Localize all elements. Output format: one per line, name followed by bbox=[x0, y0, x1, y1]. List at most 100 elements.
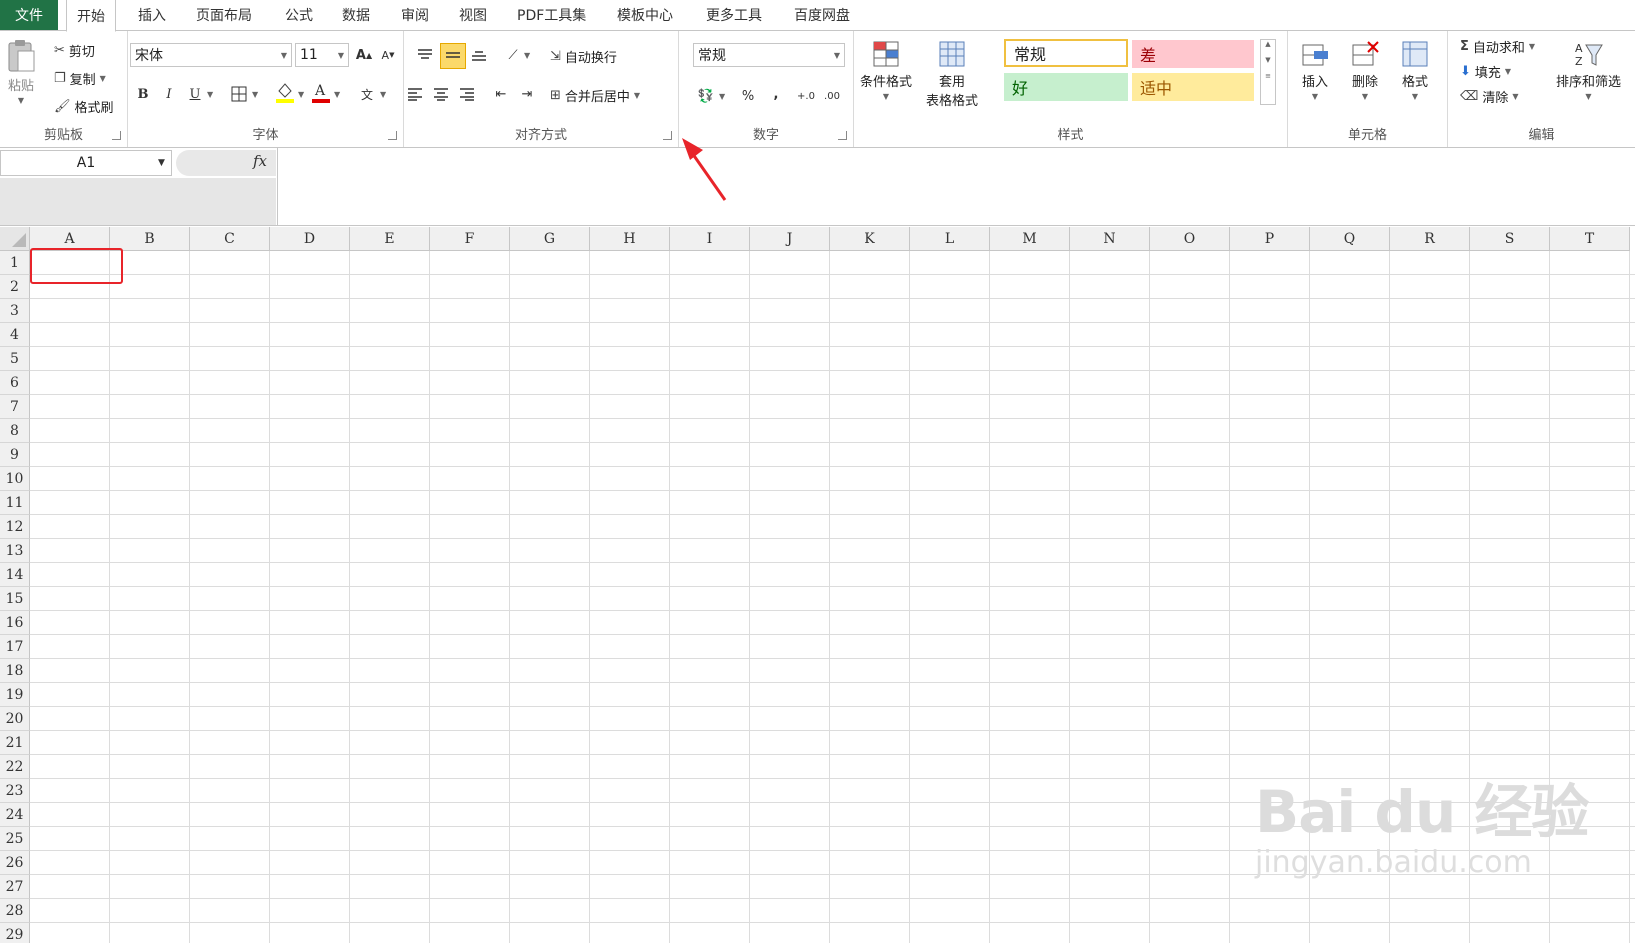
align-center-icon[interactable] bbox=[430, 83, 452, 105]
format-as-table-button[interactable]: 套用 表格格式 bbox=[926, 39, 978, 109]
underline-button[interactable]: U bbox=[184, 83, 206, 105]
align-top-icon[interactable] bbox=[414, 44, 436, 66]
chevron-down-icon[interactable]: ▼ bbox=[719, 92, 725, 101]
styles-scrollbar[interactable]: ▲ ▼ ≡ bbox=[1260, 39, 1276, 105]
bold-button[interactable]: B bbox=[132, 83, 154, 105]
row-header-21[interactable]: 21 bbox=[0, 731, 30, 755]
column-header-j[interactable]: J bbox=[750, 227, 830, 251]
select-all-button[interactable] bbox=[0, 227, 30, 251]
paste-button[interactable]: 粘贴 ▼ bbox=[6, 39, 36, 105]
column-header-i[interactable]: I bbox=[670, 227, 750, 251]
decrease-font-icon[interactable]: A ▼ bbox=[377, 44, 399, 66]
row-header-17[interactable]: 17 bbox=[0, 635, 30, 659]
dialog-launcher-icon[interactable] bbox=[663, 131, 672, 140]
row-header-15[interactable]: 15 bbox=[0, 587, 30, 611]
decrease-indent-icon[interactable]: ⇤ bbox=[490, 83, 512, 105]
row-header-14[interactable]: 14 bbox=[0, 563, 30, 587]
row-header-10[interactable]: 10 bbox=[0, 467, 30, 491]
chevron-down-icon[interactable]: ▼ bbox=[380, 90, 386, 99]
align-left-icon[interactable] bbox=[404, 83, 426, 105]
dialog-launcher-icon[interactable] bbox=[388, 131, 397, 140]
chevron-down-icon[interactable]: ▼ bbox=[158, 158, 165, 168]
row-header-27[interactable]: 27 bbox=[0, 875, 30, 899]
column-header-o[interactable]: O bbox=[1150, 227, 1230, 251]
column-header-k[interactable]: K bbox=[830, 227, 910, 251]
file-tab[interactable]: 文件 bbox=[0, 0, 58, 30]
dialog-launcher-icon[interactable] bbox=[112, 131, 121, 140]
tab-baidu-pan[interactable]: 百度网盘 bbox=[794, 0, 850, 30]
row-header-8[interactable]: 8 bbox=[0, 419, 30, 443]
tab-formulas[interactable]: 公式 bbox=[285, 0, 313, 30]
tab-insert[interactable]: 插入 bbox=[138, 0, 166, 30]
row-header-25[interactable]: 25 bbox=[0, 827, 30, 851]
formula-input[interactable] bbox=[277, 148, 1635, 225]
insert-cells-button[interactable]: 插入 ▼ bbox=[1300, 39, 1330, 101]
conditional-format-button[interactable]: 条件格式 ▼ bbox=[860, 39, 912, 101]
column-header-e[interactable]: E bbox=[350, 227, 430, 251]
style-neutral[interactable]: 适中 bbox=[1132, 73, 1254, 101]
column-header-r[interactable]: R bbox=[1390, 227, 1470, 251]
italic-button[interactable]: I bbox=[158, 83, 180, 105]
row-header-19[interactable]: 19 bbox=[0, 683, 30, 707]
cut-button[interactable]: ✂ 剪切 bbox=[54, 41, 95, 60]
clear-button[interactable]: ⌫ 清除 ▼ bbox=[1460, 87, 1519, 106]
row-header-3[interactable]: 3 bbox=[0, 299, 30, 323]
row-header-9[interactable]: 9 bbox=[0, 443, 30, 467]
orientation-icon[interactable]: ⟋ bbox=[502, 44, 524, 66]
format-painter-button[interactable]: 🖌 格式刷 bbox=[54, 97, 114, 116]
chevron-down-icon[interactable]: ▼ bbox=[334, 90, 340, 99]
column-header-g[interactable]: G bbox=[510, 227, 590, 251]
copy-button[interactable]: ❐ 复制 ▼ bbox=[54, 69, 106, 88]
column-header-l[interactable]: L bbox=[910, 227, 990, 251]
dialog-launcher-icon[interactable] bbox=[838, 131, 847, 140]
column-header-d[interactable]: D bbox=[270, 227, 350, 251]
insert-function-button[interactable]: fx bbox=[253, 152, 267, 170]
wrap-text-button[interactable]: ⇲ 自动换行 bbox=[550, 47, 617, 66]
column-header-b[interactable]: B bbox=[110, 227, 190, 251]
tab-template-center[interactable]: 模板中心 bbox=[617, 0, 673, 30]
row-header-22[interactable]: 22 bbox=[0, 755, 30, 779]
fill-color-icon[interactable] bbox=[274, 81, 296, 103]
chevron-down-icon[interactable]: ▼ bbox=[252, 90, 258, 99]
column-header-n[interactable]: N bbox=[1070, 227, 1150, 251]
percent-button[interactable]: % bbox=[737, 85, 759, 107]
more-styles-icon[interactable]: ≡ bbox=[1261, 72, 1275, 80]
increase-font-icon[interactable]: A ▲ bbox=[353, 44, 375, 66]
tab-review[interactable]: 审阅 bbox=[401, 0, 429, 30]
column-header-p[interactable]: P bbox=[1230, 227, 1310, 251]
row-header-20[interactable]: 20 bbox=[0, 707, 30, 731]
fill-button[interactable]: ⬇ 填充 ▼ bbox=[1460, 62, 1511, 81]
name-box[interactable]: A1 bbox=[0, 150, 172, 176]
currency-icon[interactable]: 💱 bbox=[695, 85, 717, 107]
tab-page-layout[interactable]: 页面布局 bbox=[196, 0, 252, 30]
chevron-down-icon[interactable]: ▼ bbox=[524, 51, 530, 60]
row-header-28[interactable]: 28 bbox=[0, 899, 30, 923]
scroll-down-icon[interactable]: ▼ bbox=[1261, 56, 1275, 64]
align-middle-icon[interactable] bbox=[440, 43, 466, 69]
number-format-combo[interactable]: 常规 ▼ bbox=[693, 43, 845, 67]
row-header-1[interactable]: 1 bbox=[0, 251, 30, 275]
row-header-12[interactable]: 12 bbox=[0, 515, 30, 539]
style-bad[interactable]: 差 bbox=[1132, 40, 1254, 68]
merge-center-button[interactable]: ⊞ 合并后居中 ▼ bbox=[550, 86, 640, 105]
column-header-h[interactable]: H bbox=[590, 227, 670, 251]
align-right-icon[interactable] bbox=[456, 83, 478, 105]
font-name-combo[interactable]: 宋体 ▼ bbox=[130, 43, 292, 67]
column-header-c[interactable]: C bbox=[190, 227, 270, 251]
autosum-button[interactable]: Σ 自动求和 ▼ bbox=[1460, 37, 1535, 56]
format-cells-button[interactable]: 格式 ▼ bbox=[1400, 39, 1430, 101]
column-header-f[interactable]: F bbox=[430, 227, 510, 251]
decrease-decimal-icon[interactable]: .00 bbox=[821, 85, 843, 107]
row-header-7[interactable]: 7 bbox=[0, 395, 30, 419]
row-header-6[interactable]: 6 bbox=[0, 371, 30, 395]
tab-more-tools[interactable]: 更多工具 bbox=[706, 0, 762, 30]
scroll-up-icon[interactable]: ▲ bbox=[1261, 40, 1275, 48]
style-good[interactable]: 好 bbox=[1004, 73, 1128, 101]
chevron-down-icon[interactable]: ▼ bbox=[207, 90, 213, 99]
align-bottom-icon[interactable] bbox=[468, 44, 490, 66]
sort-filter-button[interactable]: AZ 排序和筛选 ▼ bbox=[1556, 39, 1621, 101]
row-header-13[interactable]: 13 bbox=[0, 539, 30, 563]
column-header-q[interactable]: Q bbox=[1310, 227, 1390, 251]
increase-indent-icon[interactable]: ⇥ bbox=[516, 83, 538, 105]
tab-pdf-tools[interactable]: PDF工具集 bbox=[517, 0, 586, 30]
